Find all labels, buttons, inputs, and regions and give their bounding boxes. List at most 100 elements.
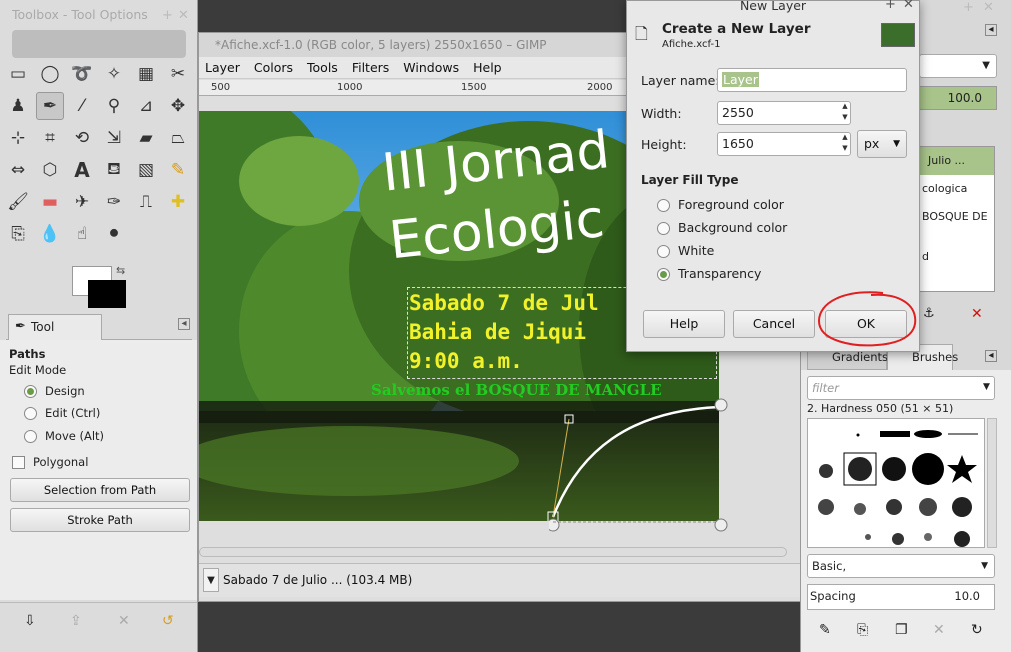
path-anchor[interactable] [549, 518, 560, 532]
menu-filters[interactable]: Filters [352, 60, 389, 75]
cage-icon[interactable]: ⬡ [36, 156, 64, 184]
dialog-minimize-icon[interactable]: + [885, 0, 896, 12]
menu-help[interactable]: Help [473, 60, 502, 75]
fill-white-radio[interactable]: White [657, 243, 714, 258]
delete-brush-icon[interactable]: ✕ [933, 622, 945, 638]
brush-filter-input[interactable]: filter [807, 376, 995, 400]
layer-row[interactable]: d [920, 231, 994, 263]
ellipse-select-icon[interactable]: ◯ [36, 60, 64, 88]
crop-icon[interactable]: ⌗ [36, 124, 64, 152]
mode-move-radio[interactable]: Move (Alt) [24, 429, 104, 443]
swap-colors-icon[interactable]: ⇆ [116, 264, 125, 277]
help-button[interactable]: Help [643, 310, 725, 338]
duplicate-brush-icon[interactable]: ❐ [895, 622, 908, 638]
path-anchor[interactable] [714, 518, 728, 532]
color-select-icon[interactable]: ▦ [132, 60, 160, 88]
polygonal-checkbox[interactable]: Polygonal [12, 455, 88, 469]
rect-select-icon[interactable]: ▭ [4, 60, 32, 88]
menu-colors[interactable]: Colors [254, 60, 293, 75]
layers-list[interactable]: Julio ... cologica BOSQUE DE d [919, 146, 995, 292]
spacing-label: Spacing [810, 589, 856, 603]
foreground-select-icon[interactable]: ♟ [4, 92, 32, 120]
layer-row[interactable]: BOSQUE DE [920, 203, 994, 231]
pencil-icon[interactable]: ✎ [164, 156, 192, 184]
radio-icon [24, 430, 37, 443]
spacing-slider[interactable]: Spacing 10.0 [807, 584, 995, 610]
eraser-icon[interactable]: ▬ [36, 188, 64, 216]
brush-preset-select[interactable]: Basic, ▼ [807, 554, 995, 578]
zoom-icon[interactable]: ⚲ [100, 92, 128, 120]
paths-tool-icon[interactable]: ✒ [36, 92, 64, 120]
menu-tools[interactable]: Tools [307, 60, 338, 75]
scale-icon[interactable]: ⇲ [100, 124, 128, 152]
bucket-fill-icon[interactable]: ⛾ [100, 156, 128, 184]
rotate-icon[interactable]: ⟲ [68, 124, 96, 152]
heal-icon[interactable]: ✚ [164, 188, 192, 216]
smudge-icon[interactable]: ☝ [68, 220, 96, 248]
layer-anchor-icon[interactable]: ⚓ [923, 306, 935, 321]
delete-options-icon[interactable]: ✕ [118, 613, 130, 629]
menu-layer[interactable]: Layer [205, 60, 240, 75]
unit-select[interactable]: px ▼ [857, 130, 907, 158]
fuzzy-select-icon[interactable]: ✧ [100, 60, 128, 88]
clone-icon[interactable]: ⎍ [132, 188, 160, 216]
mode-design-radio[interactable]: Design [24, 384, 85, 398]
dock-close-icon[interactable]: ✕ [983, 0, 994, 15]
fill-background-radio[interactable]: Background color [657, 220, 787, 235]
shear-icon[interactable]: ▰ [132, 124, 160, 152]
reset-options-icon[interactable]: ↺ [162, 613, 174, 629]
move-icon[interactable]: ✥ [164, 92, 192, 120]
layer-row[interactable]: Julio ... [920, 147, 994, 175]
edit-brush-icon[interactable]: ✎ [819, 622, 831, 638]
dock-minimize-icon[interactable]: + [963, 0, 974, 15]
dodge-burn-icon[interactable]: ⚫ [100, 220, 128, 248]
configure-tab-icon[interactable]: ◂ [985, 24, 997, 36]
color-picker-icon[interactable]: ⁄ [68, 92, 96, 120]
restore-options-icon[interactable]: ⇪ [70, 613, 82, 629]
width-input[interactable]: 2550 [717, 101, 851, 125]
background-color-swatch[interactable] [88, 280, 126, 308]
path-anchor[interactable] [714, 398, 728, 412]
text-tool-icon[interactable]: A [68, 156, 96, 184]
layer-row[interactable]: cologica [920, 175, 994, 203]
selection-from-path-button[interactable]: Selection from Path [10, 478, 190, 502]
paintbrush-icon[interactable]: 🖌 [4, 188, 32, 216]
horizontal-scrollbar[interactable] [199, 547, 787, 557]
flip-icon[interactable]: ⇔ [4, 156, 32, 184]
layer-name-input[interactable]: Layer [717, 68, 907, 92]
fill-transparency-radio[interactable]: Transparency [657, 266, 761, 281]
blur-icon[interactable]: 💧 [36, 220, 64, 248]
configure-tab-icon[interactable]: ◂ [178, 318, 190, 330]
dialog-close-icon[interactable]: ✕ [903, 0, 914, 12]
fill-foreground-radio[interactable]: Foreground color [657, 197, 784, 212]
measure-icon[interactable]: ⊿ [132, 92, 160, 120]
align-icon[interactable]: ⊹ [4, 124, 32, 152]
airbrush-icon[interactable]: ✈ [68, 188, 96, 216]
brush-scrollbar[interactable] [987, 418, 997, 548]
ink-icon[interactable]: ✑ [100, 188, 128, 216]
stroke-path-button[interactable]: Stroke Path [10, 508, 190, 532]
menu-windows[interactable]: Windows [403, 60, 459, 75]
scissors-icon[interactable]: ✂ [164, 60, 192, 88]
save-options-icon[interactable]: ⇩ [24, 613, 36, 629]
refresh-brushes-icon[interactable]: ↻ [971, 622, 983, 638]
layer-mode-select[interactable]: ▼ [919, 54, 997, 78]
perspective-clone-icon[interactable]: ⎘ [4, 220, 32, 248]
height-spinner[interactable]: ▲ ▼ [840, 132, 850, 156]
tab-tool-options[interactable]: ✒ Tool Options [8, 314, 102, 358]
delete-layer-icon[interactable]: ✕ [971, 306, 983, 322]
opacity-slider[interactable]: 100.0 [919, 86, 997, 110]
blend-icon[interactable]: ▧ [132, 156, 160, 184]
height-input[interactable]: 1650 [717, 132, 851, 156]
minimize-icon[interactable]: + [162, 8, 173, 23]
close-icon[interactable]: ✕ [178, 8, 189, 23]
configure-tab-icon[interactable]: ◂ [985, 350, 997, 362]
width-spinner[interactable]: ▲ ▼ [840, 101, 850, 125]
chevron-down-icon[interactable]: ▼ [203, 568, 219, 592]
new-brush-icon[interactable]: ⎘ [857, 622, 868, 638]
cancel-button[interactable]: Cancel [733, 310, 815, 338]
lasso-icon[interactable]: ➰ [68, 60, 96, 88]
brush-grid[interactable] [807, 418, 985, 548]
mode-edit-radio[interactable]: Edit (Ctrl) [24, 406, 100, 420]
perspective-icon[interactable]: ⏢ [164, 124, 192, 152]
